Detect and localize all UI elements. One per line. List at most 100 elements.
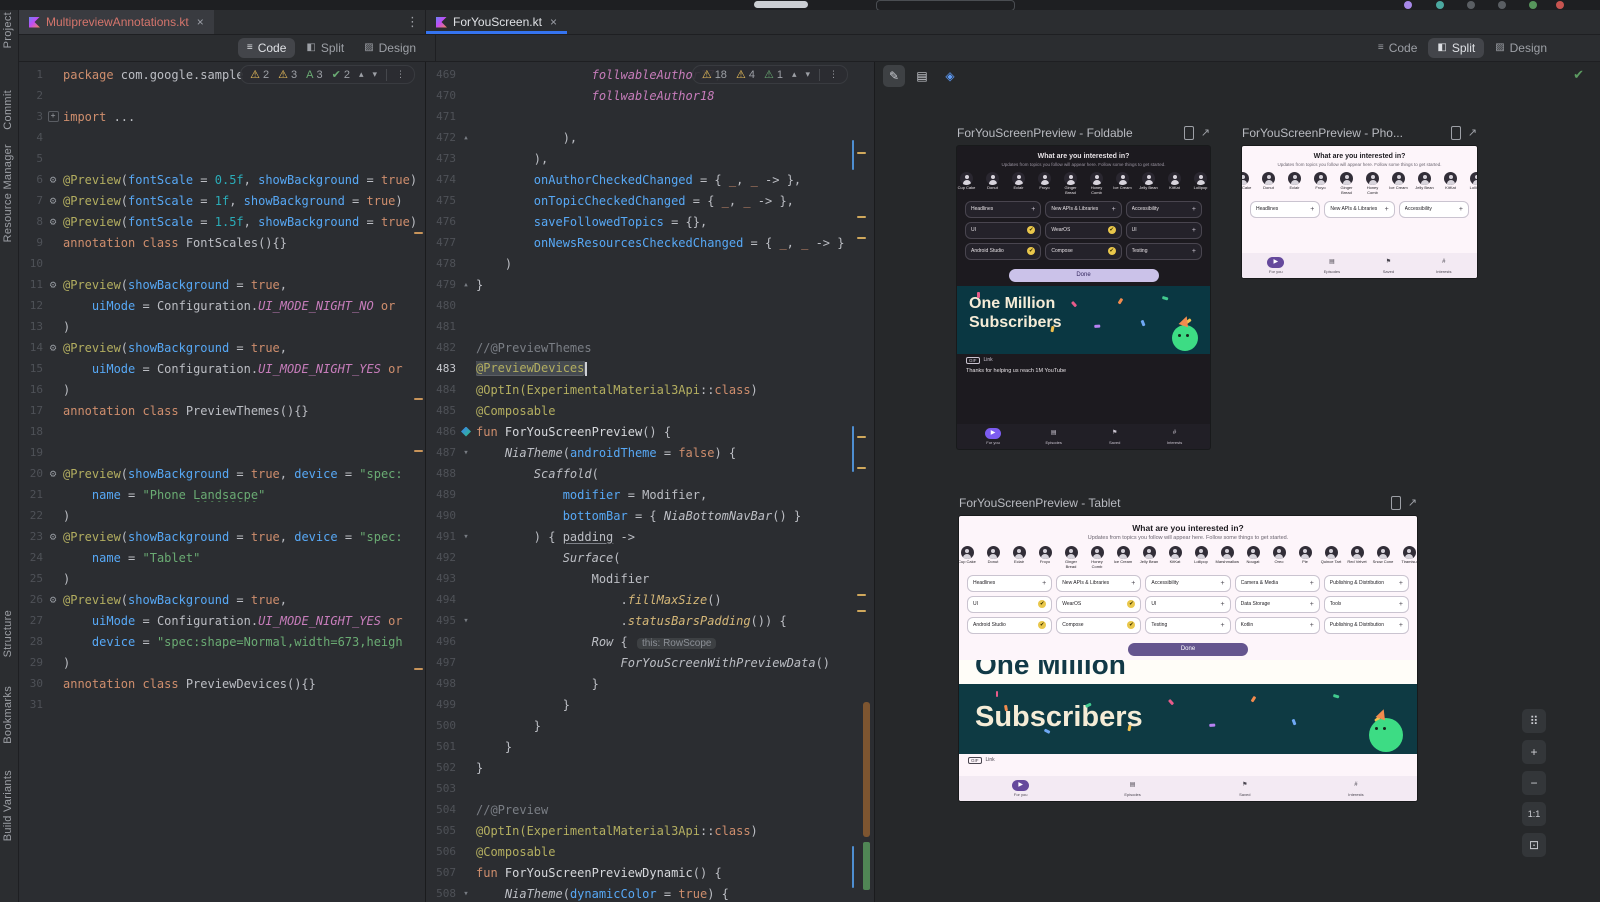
code-line[interactable]: 507fun ForYouScreenPreviewDynamic() { <box>426 862 874 883</box>
line-number[interactable]: 30 <box>19 677 43 690</box>
code-line[interactable]: 6⚙@Preview(fontScale = 0.5f, showBackgro… <box>19 169 425 190</box>
line-number[interactable]: 487 <box>426 446 456 459</box>
code-line[interactable]: 470 follwableAuthor18 <box>426 85 874 106</box>
line-number[interactable]: 21 <box>19 488 43 501</box>
code-line[interactable]: 14⚙@Preview(showBackground = true, <box>19 337 425 358</box>
view-mode-design[interactable]: ▨Design <box>355 38 425 58</box>
code-line[interactable]: 484@OptIn(ExperimentalMaterial3Api::clas… <box>426 379 874 400</box>
code-line[interactable]: 7⚙@Preview(fontScale = 1f, showBackgroun… <box>19 190 425 211</box>
inspections-widget[interactable]: ⚠2⚠3A3✔2▴▾⋮ <box>240 65 415 84</box>
line-number[interactable]: 16 <box>19 383 43 396</box>
code-area[interactable]: 469 follwableAuthor17,470 follwableAutho… <box>426 64 874 902</box>
line-number[interactable]: 31 <box>19 698 43 711</box>
fold-expand-icon[interactable]: + <box>43 111 63 122</box>
tool-window-button-structure[interactable]: Structure <box>2 610 14 657</box>
preview-rendered-screen[interactable]: What are you interested in?Updates from … <box>959 516 1417 801</box>
inspection-count[interactable]: ✔2 <box>332 68 350 81</box>
open-in-new-icon[interactable]: ↗ <box>1201 128 1210 139</box>
pan-button[interactable]: ⠿ <box>1522 709 1546 733</box>
run-on-device-icon[interactable] <box>1184 126 1194 140</box>
line-number[interactable]: 1 <box>19 68 43 81</box>
code-line[interactable]: 479▴} <box>426 274 874 295</box>
tab-multipreviewannotations[interactable]: MultipreviewAnnotations.kt × <box>19 10 214 34</box>
tool-window-button-commit[interactable]: Commit <box>2 90 14 130</box>
prev-problem-icon[interactable]: ▴ <box>359 69 364 80</box>
code-line[interactable]: 2 <box>19 85 425 106</box>
code-line[interactable]: 4 <box>19 127 425 148</box>
tool-window-button-build-variants[interactable]: Build Variants <box>2 770 14 841</box>
line-number[interactable]: 2 <box>19 89 43 102</box>
code-line[interactable]: 500 } <box>426 715 874 736</box>
line-number[interactable]: 13 <box>19 320 43 333</box>
fold-icon[interactable]: ▾ <box>456 532 476 542</box>
line-number[interactable]: 492 <box>426 551 456 564</box>
open-in-new-icon[interactable]: ↗ <box>1408 498 1417 509</box>
code-line[interactable]: 21 name = "Phone Landsacpe" <box>19 484 425 505</box>
more-icon[interactable]: ⋮ <box>829 69 838 80</box>
line-number[interactable]: 479 <box>426 278 456 291</box>
code-line[interactable]: 10 <box>19 253 425 274</box>
line-number[interactable]: 9 <box>19 236 43 249</box>
inspection-count[interactable]: A3 <box>306 69 322 81</box>
inspection-count[interactable]: ⚠18 <box>702 68 727 81</box>
view-mode-code[interactable]: ≡Code <box>238 38 296 58</box>
fold-icon[interactable]: ▾ <box>456 889 476 899</box>
code-line[interactable]: 488 Scaffold( <box>426 463 874 484</box>
line-number[interactable]: 505 <box>426 824 456 837</box>
code-line[interactable]: 494 .fillMaxSize() <box>426 589 874 610</box>
more-icon[interactable]: ⋮ <box>396 69 405 80</box>
code-line[interactable]: 20⚙@Preview(showBackground = true, devic… <box>19 463 425 484</box>
device-view-tool-icon[interactable]: ▤ <box>911 65 933 87</box>
inspection-count[interactable]: ⚠3 <box>278 68 297 81</box>
code-line[interactable]: 485@Composable <box>426 400 874 421</box>
line-number[interactable]: 3 <box>19 110 43 123</box>
code-line[interactable]: 497 ForYouScreenWithPreviewData() <box>426 652 874 673</box>
line-number[interactable]: 478 <box>426 257 456 270</box>
preview-settings-gear-icon[interactable]: ⚙ <box>43 342 63 353</box>
line-number[interactable]: 501 <box>426 740 456 753</box>
view-mode-split[interactable]: ◧Split <box>1428 38 1484 58</box>
preview-settings-gear-icon[interactable]: ⚙ <box>43 195 63 206</box>
run-on-device-icon[interactable] <box>1451 126 1461 140</box>
line-number[interactable]: 20 <box>19 467 43 480</box>
line-number[interactable]: 488 <box>426 467 456 480</box>
toolbar-icon[interactable] <box>1404 1 1412 9</box>
code-line[interactable]: 504//@Preview <box>426 799 874 820</box>
compose-preview-icon[interactable] <box>456 427 476 437</box>
preview-settings-gear-icon[interactable]: ⚙ <box>43 279 63 290</box>
code-line[interactable]: 496 Row { this: RowScope <box>426 631 874 652</box>
code-area[interactable]: 1package com.google.sample23+import ...4… <box>19 64 425 902</box>
preview-settings-gear-icon[interactable]: ⚙ <box>43 531 63 542</box>
line-number[interactable]: 28 <box>19 635 43 648</box>
line-number[interactable]: 482 <box>426 341 456 354</box>
next-problem-icon[interactable]: ▾ <box>372 69 377 80</box>
line-number[interactable]: 8 <box>19 215 43 228</box>
tab-foryouscreen[interactable]: ForYouScreen.kt × <box>426 10 567 34</box>
line-number[interactable]: 491 <box>426 530 456 543</box>
inspection-count[interactable]: ⚠1 <box>764 68 783 81</box>
line-number[interactable]: 474 <box>426 173 456 186</box>
editor-foryouscreen[interactable]: 469 follwableAuthor17,470 follwableAutho… <box>426 62 875 902</box>
close-icon[interactable]: × <box>550 15 557 29</box>
line-number[interactable]: 496 <box>426 635 456 648</box>
code-line[interactable]: 13) <box>19 316 425 337</box>
code-line[interactable]: 491▾ ) { padding -> <box>426 526 874 547</box>
code-line[interactable]: 489 modifier = Modifier, <box>426 484 874 505</box>
preview-card-tablet[interactable]: ForYouScreenPreview - Tablet↗What are yo… <box>959 496 1417 801</box>
code-line[interactable]: 499 } <box>426 694 874 715</box>
fold-icon[interactable]: ▴ <box>456 133 476 143</box>
code-line[interactable]: 477 onNewsResourcesCheckedChanged = { _,… <box>426 232 874 253</box>
toolbar-icon[interactable] <box>1556 1 1564 9</box>
line-number[interactable]: 11 <box>19 278 43 291</box>
line-number[interactable]: 508 <box>426 887 456 900</box>
code-line[interactable]: 9annotation class FontScales(){} <box>19 232 425 253</box>
tab-options-icon[interactable]: ⋮ <box>406 14 419 30</box>
code-line[interactable]: 486fun ForYouScreenPreview() { <box>426 421 874 442</box>
code-line[interactable]: 503 <box>426 778 874 799</box>
code-line[interactable]: 18 <box>19 421 425 442</box>
line-number[interactable]: 7 <box>19 194 43 207</box>
line-number[interactable]: 472 <box>426 131 456 144</box>
code-line[interactable]: 5 <box>19 148 425 169</box>
line-number[interactable]: 29 <box>19 656 43 669</box>
code-line[interactable]: 505@OptIn(ExperimentalMaterial3Api::clas… <box>426 820 874 841</box>
